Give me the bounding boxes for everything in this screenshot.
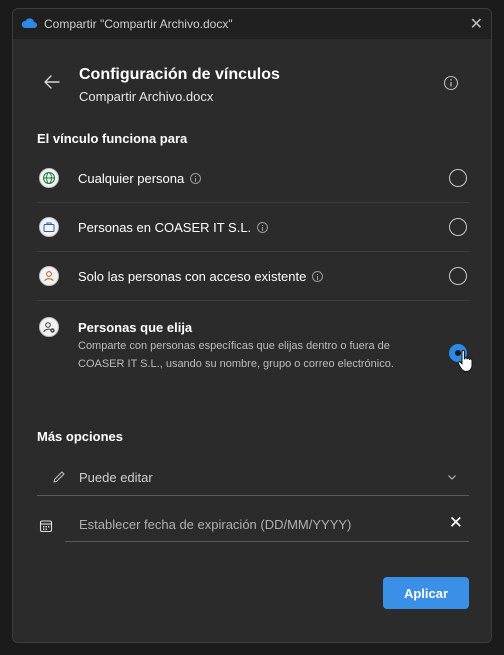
person-settings-icon [39, 317, 59, 337]
apply-button[interactable]: Aplicar [383, 577, 469, 609]
info-icon[interactable] [312, 271, 324, 282]
divider [37, 251, 469, 252]
globe-icon [39, 168, 59, 188]
option-anyone[interactable]: Cualquier persona [37, 167, 469, 207]
expiration-date-placeholder: Establecer fecha de expiración (DD/MM/YY… [79, 517, 352, 532]
permission-value: Puede editar [79, 470, 153, 485]
chevron-down-icon [448, 475, 456, 480]
share-dialog-window: Compartir "Compartir Archivo.docx" ✕ Con… [12, 8, 492, 643]
info-icon[interactable] [257, 222, 269, 233]
link-works-for-heading: El vínculo funciona para [37, 131, 188, 146]
radio-anyone[interactable] [449, 169, 467, 187]
clear-date-button[interactable]: ✕ [449, 513, 463, 533]
info-icon[interactable] [443, 75, 459, 91]
option-specific-people-description: Comparte con personas específicas que el… [78, 340, 394, 370]
option-specific-people-label: Personas que elija [78, 320, 193, 335]
file-name-subtitle: Compartir Archivo.docx [79, 89, 214, 104]
onedrive-cloud-icon [21, 18, 37, 28]
radio-specific-people[interactable] [449, 344, 467, 362]
title-bar: Compartir "Compartir Archivo.docx" ✕ [13, 9, 491, 39]
close-window-button[interactable]: ✕ [470, 14, 483, 34]
divider [37, 202, 469, 203]
calendar-icon [39, 520, 53, 533]
expiration-date-input[interactable]: Establecer fecha de expiración (DD/MM/YY… [65, 509, 469, 542]
briefcase-icon [39, 217, 59, 237]
divider [37, 300, 469, 301]
pencil-icon [53, 471, 65, 483]
radio-organization[interactable] [449, 218, 467, 236]
window-title: Compartir "Compartir Archivo.docx" [44, 17, 233, 31]
option-organization[interactable]: Personas en COASER IT S.L. [37, 216, 469, 256]
option-anyone-label: Cualquier persona [78, 171, 202, 186]
back-arrow-icon[interactable] [41, 71, 63, 93]
option-specific-people[interactable]: Personas que elija Comparte con personas… [37, 315, 469, 397]
info-icon[interactable] [190, 173, 202, 184]
option-existing-access[interactable]: Solo las personas con acceso existente [37, 265, 469, 305]
more-options-heading: Más opciones [37, 429, 123, 444]
permission-dropdown[interactable]: Puede editar [37, 461, 469, 496]
option-organization-label: Personas en COASER IT S.L. [78, 220, 269, 235]
radio-existing-access[interactable] [449, 267, 467, 285]
option-existing-access-label: Solo las personas con acceso existente [78, 269, 324, 284]
person-icon [39, 266, 59, 286]
page-title: Configuración de vínculos [79, 66, 280, 83]
